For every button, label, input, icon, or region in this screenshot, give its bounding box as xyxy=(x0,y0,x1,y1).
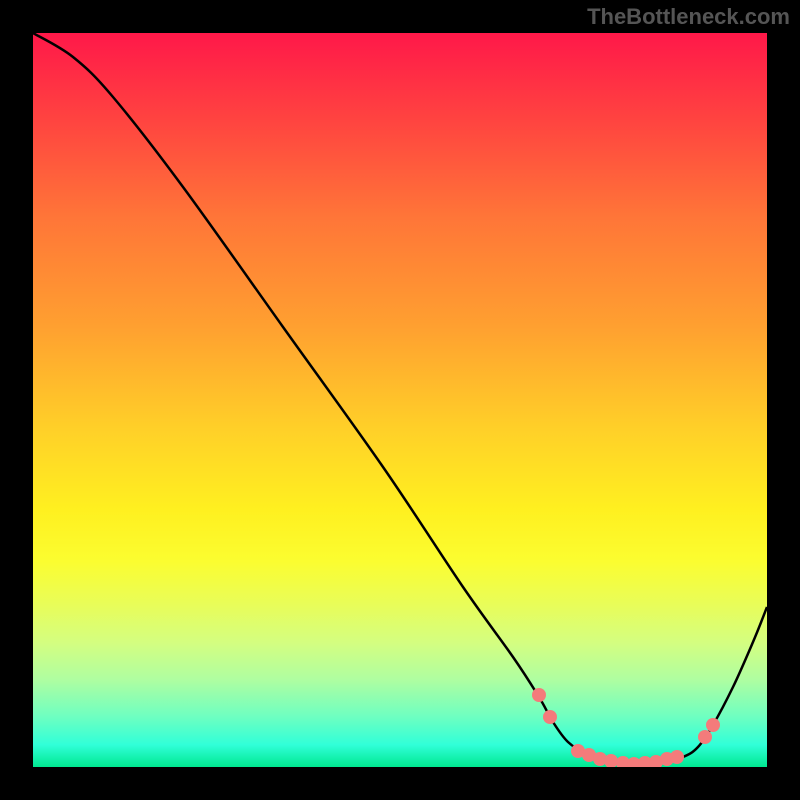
chart-plot-area xyxy=(33,33,767,767)
chart-background-gradient xyxy=(33,33,767,767)
attribution-text: TheBottleneck.com xyxy=(587,4,790,30)
